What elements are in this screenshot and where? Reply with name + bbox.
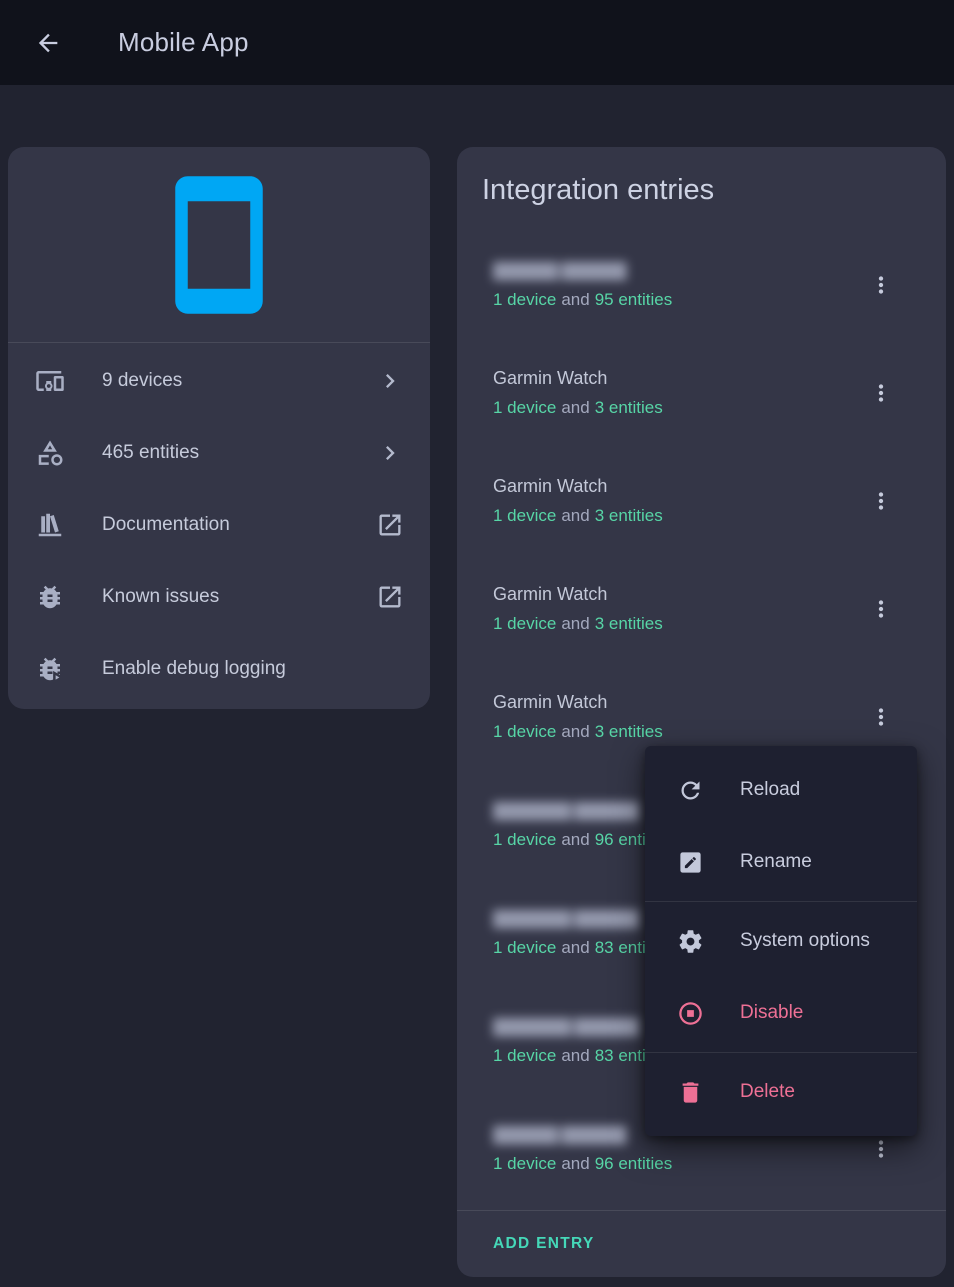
- info-row-label: Documentation: [102, 514, 376, 536]
- entries-card-footer: ADD ENTRY: [457, 1210, 946, 1277]
- devices-link[interactable]: 1 device: [493, 506, 556, 525]
- menu-divider: [645, 901, 917, 902]
- entries-card-title: Integration entries: [457, 147, 946, 208]
- devices-link[interactable]: 1 device: [493, 830, 556, 849]
- info-row-label: 465 entities: [102, 442, 376, 464]
- subtitle-conjunction: and: [561, 1046, 589, 1065]
- entry-subtitle: 1 device and 3 entities: [493, 506, 850, 526]
- stop-circle-icon: [677, 1000, 704, 1027]
- entities-link[interactable]: 95 entities: [595, 290, 673, 309]
- entry-context-menu: Reload Rename System options Disable Del…: [645, 746, 917, 1136]
- info-row[interactable]: Documentation: [8, 489, 430, 561]
- menu-item-label: Rename: [740, 851, 812, 873]
- app-header: Mobile App: [0, 0, 954, 85]
- info-row[interactable]: Known issues: [8, 561, 430, 633]
- entry-menu-button[interactable]: [857, 585, 905, 633]
- context-menu-item[interactable]: Disable: [645, 977, 917, 1049]
- subtitle-conjunction: and: [561, 830, 589, 849]
- integration-entry-row: Garmin Watch 1 device and 3 entities: [457, 447, 946, 555]
- info-row[interactable]: 465 entities: [8, 417, 430, 489]
- info-row-label: Known issues: [102, 586, 376, 608]
- entry-name: Garmin Watch: [493, 476, 850, 498]
- entry-menu-button[interactable]: [857, 693, 905, 741]
- integration-icon-section: [8, 147, 430, 342]
- info-row[interactable]: Enable debug logging: [8, 633, 430, 705]
- devices-link[interactable]: 1 device: [493, 1046, 556, 1065]
- entry-subtitle: 1 device and 3 entities: [493, 614, 850, 634]
- context-menu-item[interactable]: Reload: [645, 754, 917, 826]
- entities-link[interactable]: 3 entities: [595, 398, 663, 417]
- subtitle-conjunction: and: [561, 398, 589, 417]
- rename-icon: [677, 849, 704, 876]
- back-button[interactable]: [24, 19, 72, 67]
- menu-item-label: Reload: [740, 779, 800, 801]
- entities-link[interactable]: 3 entities: [595, 506, 663, 525]
- context-menu-item[interactable]: Delete: [645, 1056, 917, 1128]
- context-menu-item[interactable]: System options: [645, 905, 917, 977]
- devices-link[interactable]: 1 device: [493, 614, 556, 633]
- entry-name: Garmin Watch: [493, 368, 850, 390]
- bookshelf-icon: [34, 509, 66, 541]
- chevron-right-icon: [376, 439, 404, 467]
- delete-icon: [677, 1079, 704, 1106]
- dots-vertical-icon: [868, 596, 894, 622]
- entry-subtitle: 1 device and 3 entities: [493, 398, 850, 418]
- cog-icon: [677, 928, 704, 955]
- integration-info-card: 9 devices 465 entities Documentation Kno…: [8, 147, 430, 709]
- arrow-left-icon: [34, 29, 62, 57]
- chevron-right-icon: [376, 367, 404, 395]
- subtitle-conjunction: and: [561, 506, 589, 525]
- open-in-new-icon: [376, 583, 404, 611]
- info-row-label: 9 devices: [102, 370, 376, 392]
- integration-entry-row: ▇▇▇▇▇ ▇▇▇▇▇ 1 device and 95 entities: [457, 231, 946, 339]
- integration-entry-row: Garmin Watch 1 device and 3 entities: [457, 555, 946, 663]
- bug-icon: [34, 581, 66, 613]
- entry-name: Garmin Watch: [493, 584, 850, 606]
- menu-item-label: System options: [740, 930, 870, 952]
- dots-vertical-icon: [868, 1136, 894, 1162]
- reload-icon: [677, 777, 704, 804]
- menu-item-label: Delete: [740, 1081, 795, 1103]
- info-row-list: 9 devices 465 entities Documentation Kno…: [8, 343, 430, 709]
- dots-vertical-icon: [868, 380, 894, 406]
- entry-subtitle: 1 device and 95 entities: [493, 290, 850, 310]
- info-row-label: Enable debug logging: [102, 658, 404, 680]
- entities-link[interactable]: 3 entities: [595, 614, 663, 633]
- page-title: Mobile App: [118, 27, 249, 58]
- subtitle-conjunction: and: [561, 614, 589, 633]
- open-in-new-icon: [376, 511, 404, 539]
- entry-subtitle: 1 device and 96 entities: [493, 1154, 850, 1174]
- subtitle-conjunction: and: [561, 722, 589, 741]
- info-row[interactable]: 9 devices: [8, 345, 430, 417]
- entry-name: ▇▇▇▇▇ ▇▇▇▇▇: [493, 260, 683, 282]
- integration-entry-row: Garmin Watch 1 device and 3 entities: [457, 339, 946, 447]
- devices-link[interactable]: 1 device: [493, 938, 556, 957]
- entities-link[interactable]: 96 entities: [595, 1154, 673, 1173]
- dots-vertical-icon: [868, 272, 894, 298]
- bug-play-icon: [34, 653, 66, 685]
- entry-subtitle: 1 device and 3 entities: [493, 722, 850, 742]
- subtitle-conjunction: and: [561, 938, 589, 957]
- subtitle-conjunction: and: [561, 1154, 589, 1173]
- context-menu-item[interactable]: Rename: [645, 826, 917, 898]
- subtitle-conjunction: and: [561, 290, 589, 309]
- shapes-icon: [34, 437, 66, 469]
- menu-divider: [645, 1052, 917, 1053]
- devices-link[interactable]: 1 device: [493, 398, 556, 417]
- devices-link[interactable]: 1 device: [493, 722, 556, 741]
- cellphone-icon: [144, 170, 294, 320]
- dots-vertical-icon: [868, 488, 894, 514]
- entry-menu-button[interactable]: [857, 477, 905, 525]
- add-entry-button[interactable]: ADD ENTRY: [493, 1235, 595, 1253]
- devices-link[interactable]: 1 device: [493, 1154, 556, 1173]
- entry-name: Garmin Watch: [493, 692, 850, 714]
- entities-link[interactable]: 3 entities: [595, 722, 663, 741]
- devices-icon: [34, 365, 66, 397]
- menu-item-label: Disable: [740, 1002, 803, 1024]
- entry-menu-button[interactable]: [857, 369, 905, 417]
- entry-menu-button[interactable]: [857, 261, 905, 309]
- devices-link[interactable]: 1 device: [493, 290, 556, 309]
- dots-vertical-icon: [868, 704, 894, 730]
